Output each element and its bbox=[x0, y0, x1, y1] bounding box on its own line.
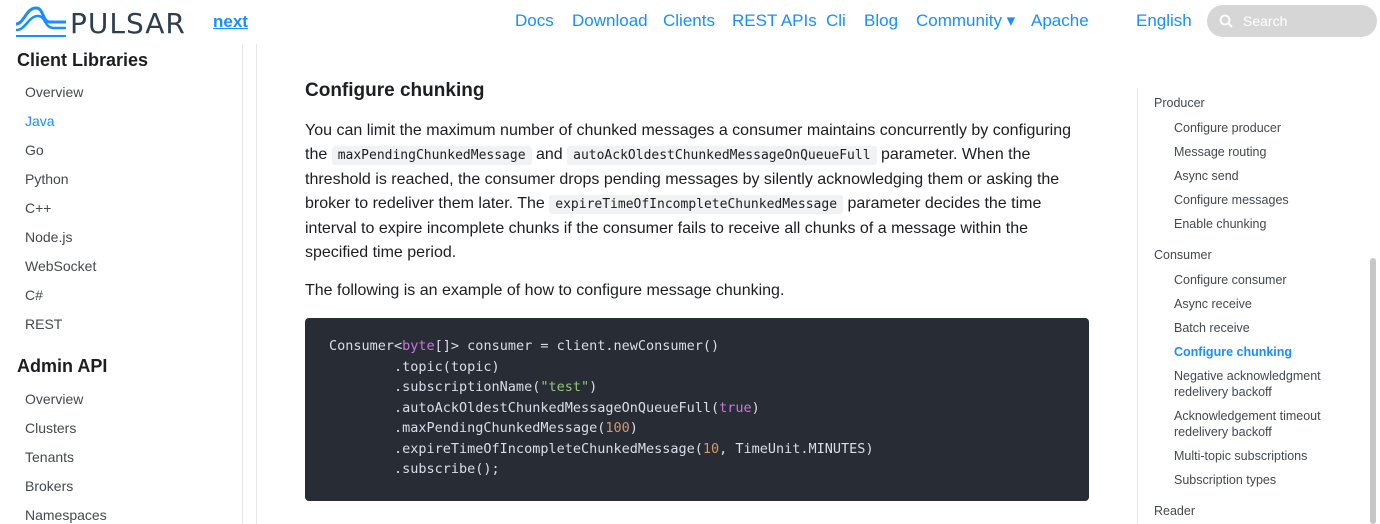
inline-code-auto-ack: autoAckOldestChunkedMessageOnQueueFull bbox=[567, 146, 877, 165]
chunking-description: You can limit the maximum number of chun… bbox=[305, 119, 1095, 265]
search-box[interactable] bbox=[1207, 5, 1377, 37]
code-number: 100 bbox=[605, 420, 630, 436]
code-token: .subscribe(); bbox=[329, 461, 500, 477]
code-token: .maxPendingChunkedMessage( bbox=[329, 420, 606, 436]
sidebar-heading-admin-api: Admin API bbox=[17, 356, 108, 376]
nav-blog[interactable]: Blog bbox=[864, 11, 898, 31]
sidebar-item-python[interactable]: Python bbox=[25, 171, 69, 187]
code-number: 10 bbox=[702, 440, 720, 457]
inline-code-expire-time: expireTimeOfIncompleteChunkedMessage bbox=[549, 195, 844, 214]
sidebar-item-overview[interactable]: Overview bbox=[25, 84, 83, 100]
sidebar-item-rest[interactable]: REST bbox=[25, 316, 62, 332]
top-navbar: PULSAR next Docs Download Clients REST A… bbox=[0, 0, 1380, 44]
left-sidebar: Client Libraries Overview Java Go Python… bbox=[0, 44, 243, 524]
code-token: .autoAckOldestChunkedMessageOnQueueFull( bbox=[329, 399, 720, 416]
code-keyword: true bbox=[719, 399, 752, 416]
toc-item-async-receive[interactable]: Async receive bbox=[1174, 296, 1374, 312]
toc-group-consumer[interactable]: Consumer bbox=[1154, 248, 1212, 262]
toc-scrollbar[interactable] bbox=[1370, 258, 1376, 524]
code-token: ) bbox=[589, 379, 598, 395]
code-token: []> consumer = client.newConsumer() bbox=[434, 338, 720, 354]
code-string: "test" bbox=[540, 379, 590, 395]
toc-item-async-send[interactable]: Async send bbox=[1174, 168, 1374, 184]
toc-item-subscription-types[interactable]: Subscription types bbox=[1174, 472, 1374, 488]
sidebar-item-tenants[interactable]: Tenants bbox=[25, 449, 74, 465]
section-heading: Configure chunking bbox=[305, 80, 485, 101]
toc-item-message-routing[interactable]: Message routing bbox=[1174, 144, 1374, 160]
nav-download[interactable]: Download bbox=[572, 11, 648, 31]
code-token: , TimeUnit.MINUTES) bbox=[719, 440, 874, 457]
code-token: .subscriptionName( bbox=[329, 379, 541, 395]
toc-group-reader[interactable]: Reader bbox=[1154, 504, 1195, 518]
toc-item-configure-chunking[interactable]: Configure chunking bbox=[1174, 344, 1374, 360]
sidebar-item-go[interactable]: Go bbox=[25, 142, 44, 158]
sidebar-heading-client-libraries: Client Libraries bbox=[17, 50, 149, 70]
code-token: .topic(topic) bbox=[329, 358, 500, 375]
nav-cli[interactable]: Cli bbox=[826, 11, 846, 31]
sidebar-item-nodejs[interactable]: Node.js bbox=[25, 229, 72, 245]
code-content: Consumer<byte[]> consumer = client.newCo… bbox=[329, 336, 1065, 480]
nav-docs[interactable]: Docs bbox=[515, 11, 554, 31]
text-run: and bbox=[531, 146, 568, 163]
pulsar-logo[interactable]: PULSAR bbox=[14, 4, 186, 40]
sidebar-divider bbox=[243, 44, 257, 524]
code-keyword: byte bbox=[402, 338, 435, 354]
sidebar-item-namespaces[interactable]: Namespaces bbox=[25, 507, 107, 523]
nav-rest-apis[interactable]: REST APIs bbox=[732, 11, 817, 31]
sidebar-item-brokers[interactable]: Brokers bbox=[25, 478, 73, 494]
toc-group-producer[interactable]: Producer bbox=[1154, 96, 1205, 110]
code-token: Consumer< bbox=[329, 338, 403, 354]
example-intro: The following is an example of how to co… bbox=[305, 282, 785, 299]
nav-apache[interactable]: Apache bbox=[1031, 11, 1089, 31]
inline-code-max-pending: maxPendingChunkedMessage bbox=[331, 146, 532, 165]
toc-item-multi-topic[interactable]: Multi-topic subscriptions bbox=[1174, 448, 1374, 464]
sidebar-item-clusters[interactable]: Clusters bbox=[25, 420, 76, 436]
nav-community[interactable]: Community ▾ bbox=[916, 11, 1015, 31]
sidebar-item-websocket[interactable]: WebSocket bbox=[25, 258, 96, 274]
toc-item-configure-messages[interactable]: Configure messages bbox=[1174, 192, 1374, 208]
search-icon bbox=[1219, 14, 1233, 28]
nav-clients[interactable]: Clients bbox=[663, 11, 715, 31]
toc-item-enable-chunking[interactable]: Enable chunking bbox=[1174, 216, 1374, 232]
table-of-contents: Producer Configure producer Message rout… bbox=[1137, 88, 1380, 524]
toc-item-ack-timeout-backoff[interactable]: Acknowledgement timeout redelivery backo… bbox=[1174, 408, 1374, 440]
brand-name: PULSAR bbox=[70, 6, 186, 40]
sidebar-item-java[interactable]: Java bbox=[25, 113, 55, 129]
code-block[interactable]: Consumer<byte[]> consumer = client.newCo… bbox=[305, 318, 1089, 501]
toc-item-batch-receive[interactable]: Batch receive bbox=[1174, 320, 1374, 336]
sidebar-item-cpp[interactable]: C++ bbox=[25, 200, 51, 216]
sidebar-item-admin-overview[interactable]: Overview bbox=[25, 391, 83, 407]
toc-item-configure-producer[interactable]: Configure producer bbox=[1174, 120, 1374, 136]
search-input[interactable] bbox=[1243, 13, 1363, 29]
pulsar-wave-icon bbox=[15, 6, 66, 37]
code-token: ) bbox=[751, 399, 760, 416]
toc-item-negative-ack-backoff[interactable]: Negative acknowledgment redelivery backo… bbox=[1174, 368, 1374, 400]
version-link[interactable]: next bbox=[213, 12, 248, 32]
code-token: .expireTimeOfIncompleteChunkedMessage( bbox=[329, 440, 703, 457]
code-token: ) bbox=[629, 420, 638, 436]
toc-item-configure-consumer[interactable]: Configure consumer bbox=[1174, 272, 1374, 288]
language-selector[interactable]: English bbox=[1136, 11, 1192, 31]
sidebar-item-csharp[interactable]: C# bbox=[25, 287, 43, 303]
